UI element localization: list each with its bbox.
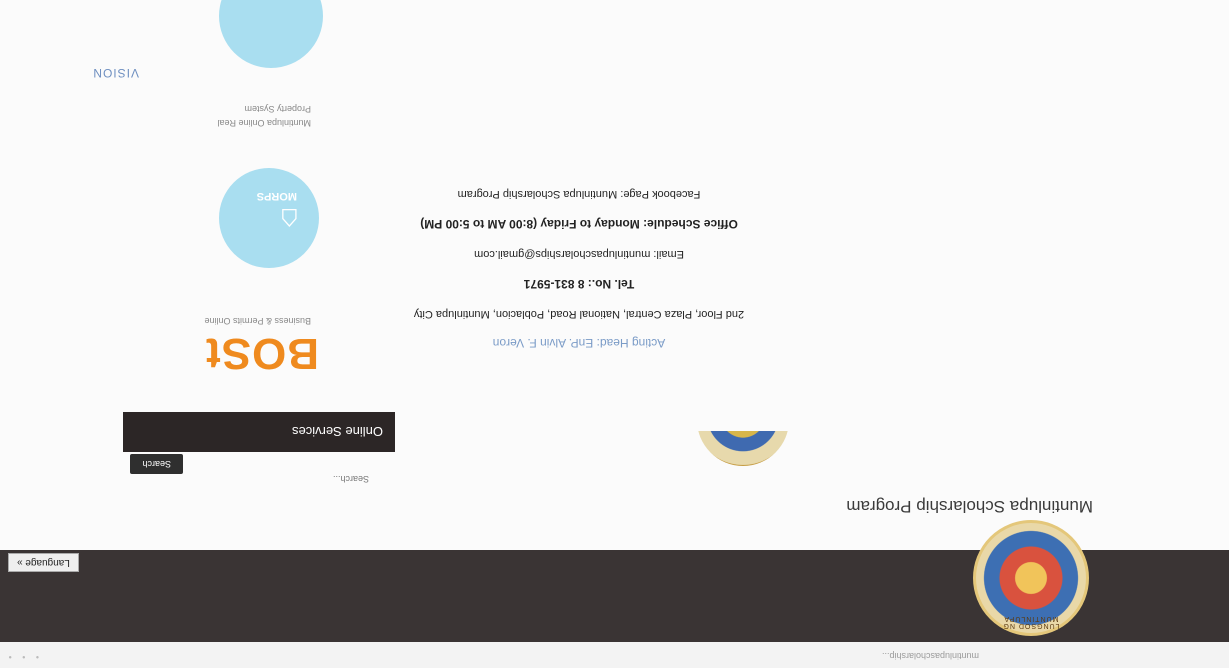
- page-title: Muntinlupa Scholarship Program: [846, 497, 1093, 516]
- program-seal-logo: [697, 374, 789, 466]
- service-logo-link[interactable]: [219, 0, 323, 68]
- city-seal-logo[interactable]: LUNGSOD NG MUNTINLUPA: [973, 520, 1089, 636]
- search-button[interactable]: Search: [130, 454, 183, 474]
- site-header: LUNGSOD NG MUNTINLUPA Language »: [0, 520, 1229, 642]
- browser-nav-icons[interactable]: • • •: [5, 652, 39, 662]
- address-url[interactable]: muntinlupascholarship...: [882, 651, 979, 661]
- facebook-page-text: Facebook Page: Muntinlupa Scholarship Pr…: [457, 188, 701, 200]
- acting-head: Acting Head: EnP. Alvin F. Veron: [492, 336, 666, 350]
- vision-heading: VISION: [92, 66, 139, 80]
- email-text: Email: muntinlupascholarships@gmail.com: [474, 248, 684, 260]
- address-text: 2nd Floor, Plaza Central, National Road,…: [413, 308, 745, 320]
- language-button[interactable]: Language »: [8, 553, 79, 572]
- online-services-title: Online Services: [291, 424, 383, 439]
- telephone-text: Tel. No.: 8 831-5971: [523, 277, 635, 291]
- page: muntinlupascholarship... • • • LUNGSOD N…: [0, 0, 1229, 668]
- bost-caption: Business & Permits Online: [204, 316, 311, 326]
- browser-address-bar[interactable]: muntinlupascholarship... • • •: [0, 641, 1229, 668]
- morps-logo-link[interactable]: ⌂ MORPS: [219, 168, 319, 268]
- office-schedule-text: Office Schedule: Monday to Friday (8:00 …: [420, 217, 738, 231]
- house-icon: ⌂: [279, 202, 299, 238]
- search-input[interactable]: Search...: [333, 474, 369, 484]
- morps-caption: Muntinlupa Online Real Property System: [217, 104, 311, 128]
- online-services-bar: Online Services: [123, 412, 395, 452]
- bost-logo-link[interactable]: BOSt: [205, 328, 319, 378]
- morps-label: MORPS: [256, 190, 297, 202]
- contact-info: Acting Head: EnP. Alvin F. Veron 2nd Flo…: [259, 171, 899, 350]
- seal-text: LUNGSOD NG MUNTINLUPA: [1002, 615, 1060, 629]
